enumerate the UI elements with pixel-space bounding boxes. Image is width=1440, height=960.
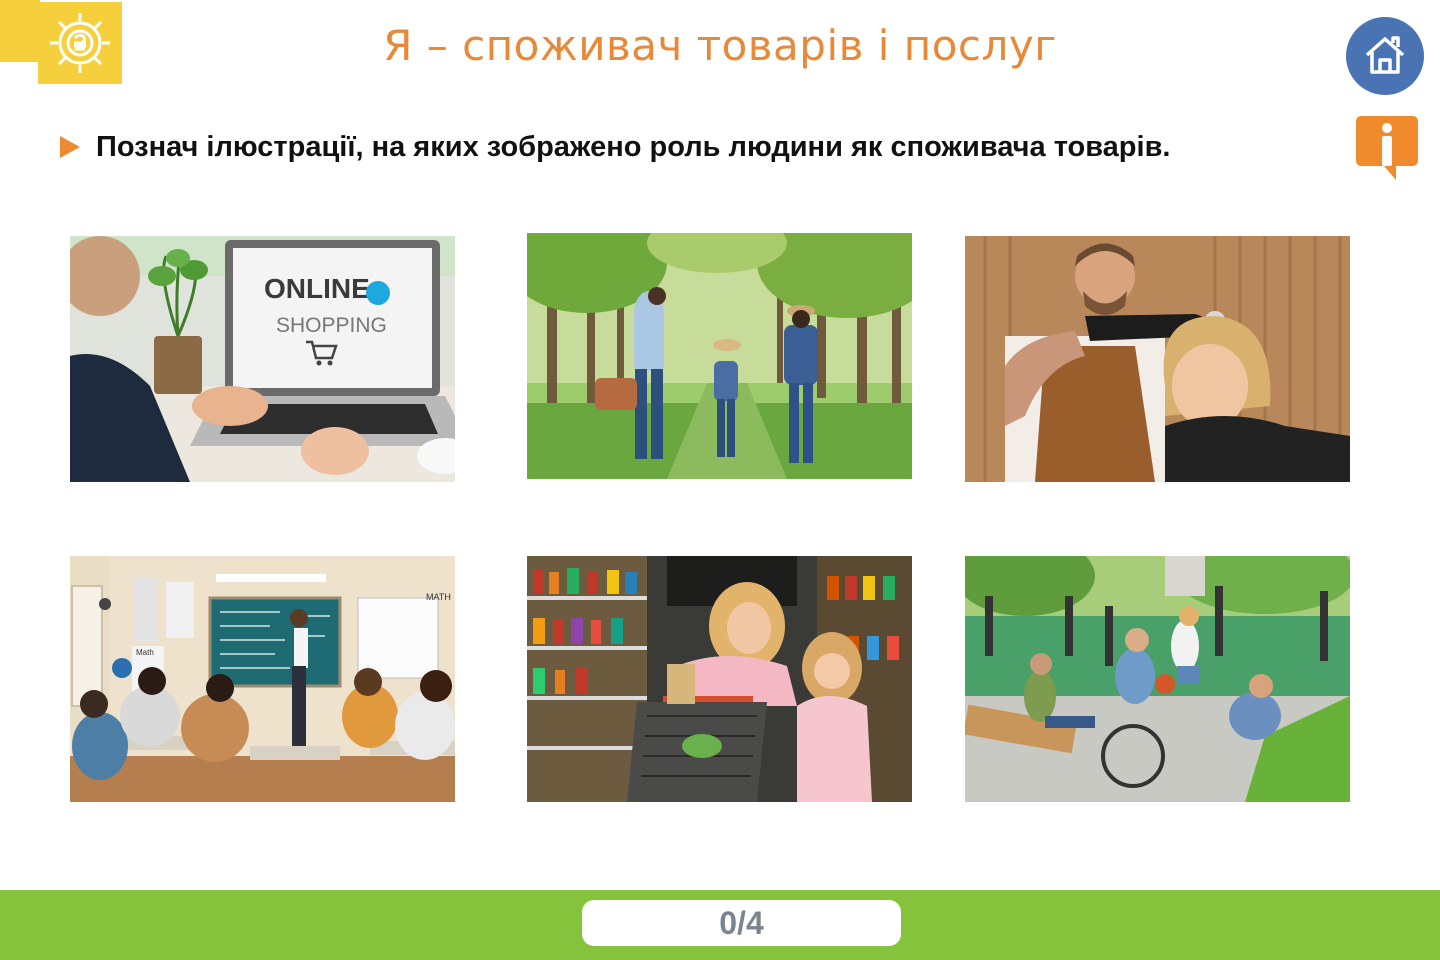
image-youth-park[interactable] bbox=[965, 556, 1350, 802]
bottom-bar: 0/4 bbox=[0, 890, 1440, 960]
poster-math-label: MATH bbox=[426, 592, 451, 602]
play-arrow-icon bbox=[60, 136, 80, 158]
poster-math-small-label: Math bbox=[136, 648, 154, 657]
task-instruction: Познач ілюстрації, на яких зображено рол… bbox=[60, 126, 1170, 168]
home-button[interactable] bbox=[1346, 17, 1424, 95]
image-family-walk[interactable] bbox=[527, 233, 912, 479]
laptop-online-label: ONLINE bbox=[264, 273, 370, 304]
image-classroom[interactable]: MATH Math bbox=[70, 556, 455, 802]
image-barber[interactable] bbox=[965, 236, 1350, 482]
image-online-shopping[interactable]: ONLINE SHOPPING bbox=[70, 236, 455, 482]
page: Я – споживач товарів і послуг Познач ілю… bbox=[0, 0, 1440, 960]
progress-counter: 0/4 bbox=[582, 900, 901, 946]
home-icon bbox=[1365, 36, 1405, 74]
instruction-text: Познач ілюстрації, на яких зображено рол… bbox=[96, 130, 1171, 163]
info-icon bbox=[1356, 116, 1418, 180]
info-button[interactable] bbox=[1354, 114, 1420, 182]
laptop-shopping-label: SHOPPING bbox=[276, 314, 387, 337]
page-title: Я – споживач товарів і послуг bbox=[383, 21, 1057, 70]
image-supermarket[interactable] bbox=[527, 556, 912, 802]
